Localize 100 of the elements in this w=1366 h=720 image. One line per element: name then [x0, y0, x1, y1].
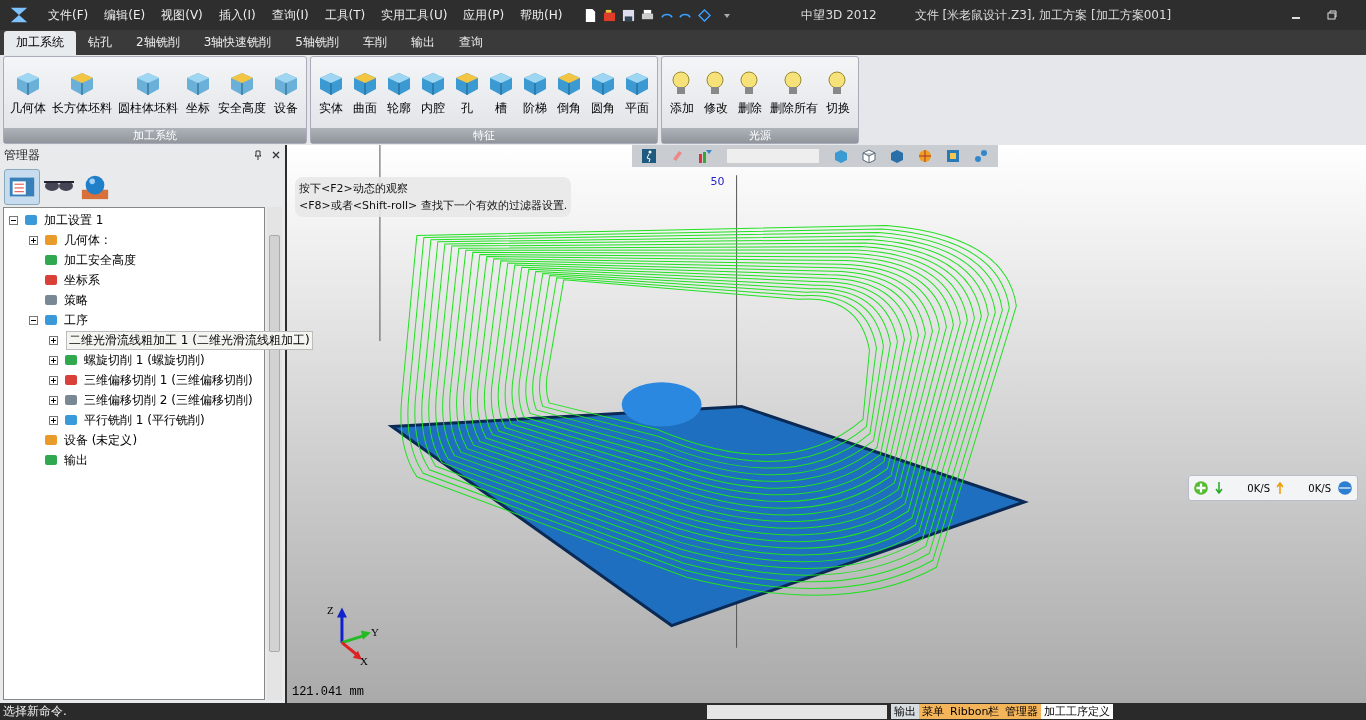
- app-name: 中望3D 2012: [801, 6, 877, 24]
- expand-toggle[interactable]: [8, 214, 19, 226]
- filter-icon[interactable]: [698, 149, 712, 163]
- filter-input-field[interactable]: [726, 148, 820, 164]
- menu-tab[interactable]: 2轴铣削: [124, 31, 192, 55]
- menu-item[interactable]: 视图(V): [153, 6, 211, 24]
- ribbon-button[interactable]: 孔: [450, 66, 484, 119]
- tree-item[interactable]: 输出: [62, 451, 90, 469]
- expand-toggle[interactable]: [48, 414, 59, 426]
- ribbon-button[interactable]: 阶梯: [518, 66, 552, 119]
- tree-item[interactable]: 平行铣削 1 (平行铣削): [82, 411, 207, 429]
- ribbon-button[interactable]: 内腔: [416, 66, 450, 119]
- tree-item[interactable]: 坐标系: [62, 271, 102, 289]
- ribbon-button[interactable]: 槽: [484, 66, 518, 119]
- menu-tab[interactable]: 输出: [398, 31, 447, 55]
- download-speed: 0K/S: [1247, 482, 1270, 494]
- dock-tab[interactable]: 管理器: [1002, 704, 1042, 719]
- tree-node-icon: [43, 292, 59, 308]
- menu-tab[interactable]: 加工系统: [4, 31, 76, 55]
- ribbon-button[interactable]: 删除所有: [767, 66, 821, 119]
- ribbon-button[interactable]: 安全高度: [215, 66, 269, 119]
- tree-item[interactable]: 工序: [62, 311, 90, 329]
- tree-node-icon: [63, 352, 79, 368]
- menu-item[interactable]: 查询(I): [263, 6, 317, 24]
- wireframe-cube-icon[interactable]: [862, 149, 876, 163]
- menu-item[interactable]: 文件(F): [40, 6, 97, 24]
- view-box-icon[interactable]: [946, 149, 960, 163]
- runner-icon[interactable]: [642, 149, 656, 163]
- restore-icon[interactable]: [1326, 9, 1338, 21]
- ribbon-button[interactable]: 圆角: [586, 66, 620, 119]
- ribbon-button[interactable]: 坐标: [181, 66, 215, 119]
- expand-toggle[interactable]: [48, 354, 59, 366]
- dock-tab[interactable]: 加工工序定义: [1041, 704, 1114, 719]
- ribbon-button[interactable]: 修改: [699, 66, 733, 119]
- upload-speed: 0K/S: [1308, 482, 1331, 494]
- tree-node-icon: [23, 212, 39, 228]
- menu-tab[interactable]: 车削: [350, 31, 399, 55]
- tree-item[interactable]: 三维偏移切削 1 (三维偏移切削): [82, 371, 255, 389]
- window-title: 文件 [米老鼠设计.Z3], 加工方案 [加工方案001]: [914, 6, 1172, 24]
- ribbon-button[interactable]: 长方体坯料: [49, 66, 115, 119]
- menu-tab[interactable]: 5轴铣削: [283, 31, 351, 55]
- ribbon-button[interactable]: 添加: [665, 66, 699, 119]
- tree-item[interactable]: 二维光滑流线粗加工 1 (二维光滑流线粗加工): [66, 330, 313, 350]
- ribbon-button[interactable]: 轮廓: [382, 66, 416, 119]
- dock-tab[interactable]: 输出: [891, 704, 919, 719]
- ribbon-button[interactable]: 设备: [269, 66, 303, 119]
- menu-item[interactable]: 帮助(H): [512, 6, 571, 24]
- save-icon[interactable]: [622, 8, 636, 22]
- tree-item[interactable]: 螺旋切削 1 (螺旋切削): [82, 351, 207, 369]
- pin-icon[interactable]: [253, 150, 263, 160]
- axis-triad-drawing: [336, 607, 371, 660]
- menu-tab[interactable]: 查询: [446, 31, 495, 55]
- axis-label: Y: [370, 625, 379, 638]
- ribbon-button[interactable]: 倒角: [552, 66, 586, 119]
- expand-toggle[interactable]: [48, 334, 59, 346]
- menu-item[interactable]: 应用(P): [455, 6, 513, 24]
- ribbon-button[interactable]: 曲面: [348, 66, 382, 119]
- ribbon-button[interactable]: 平面: [620, 66, 654, 119]
- ribbon-button[interactable]: 圆柱体坯料: [115, 66, 181, 119]
- tree-item[interactable]: 加工设置 1: [42, 211, 106, 229]
- open-file-icon[interactable]: [603, 8, 617, 22]
- down-arrow-icon: [1215, 482, 1223, 494]
- tree-item[interactable]: 几何体 :: [62, 231, 110, 249]
- ribbon-button[interactable]: 实体: [314, 66, 348, 119]
- menu-item[interactable]: 插入(I): [210, 6, 264, 24]
- dropdown-icon[interactable]: [723, 11, 732, 19]
- ribbon-button[interactable]: 几何体: [7, 66, 49, 119]
- expand-toggle[interactable]: [28, 234, 39, 246]
- print-icon[interactable]: [641, 8, 655, 22]
- tree-item[interactable]: 加工安全高度: [62, 251, 138, 269]
- fit-view-icon[interactable]: [698, 8, 712, 22]
- new-file-icon[interactable]: [584, 8, 598, 22]
- cube-icon[interactable]: [890, 149, 904, 163]
- tooltip-hint: 按下<F2>动态的观察 <F8>或者<Shift-roll> 查找下一个有效的过滤器设置.: [295, 177, 572, 217]
- menu-item[interactable]: 实用工具(U): [373, 6, 456, 24]
- close-icon[interactable]: [271, 150, 281, 160]
- group-title: 加工系统: [4, 128, 306, 143]
- ribbon-button[interactable]: 切换: [821, 66, 855, 119]
- tree-item[interactable]: 设备 (未定义): [62, 431, 140, 449]
- axis-label: Z: [326, 603, 334, 616]
- dock-tab[interactable]: Ribbon栏: [947, 704, 1003, 719]
- tree-item[interactable]: 三维偏移切削 2 (三维偏移切削): [82, 391, 255, 409]
- expand-toggle[interactable]: [28, 314, 39, 326]
- panel-title: 管理器: [4, 146, 40, 164]
- dock-tab[interactable]: 菜单: [919, 704, 947, 719]
- dimension-label: 50: [710, 175, 725, 189]
- status-message: 选择新命令.: [2, 703, 68, 720]
- glasses-icon: [44, 181, 74, 191]
- ribbon-button[interactable]: 删除: [733, 66, 767, 119]
- tree-node-icon: [43, 432, 59, 448]
- menu-item[interactable]: 编辑(E): [96, 6, 154, 24]
- nodes-icon[interactable]: [974, 149, 988, 163]
- tree-node-icon: [43, 232, 59, 248]
- menu-item[interactable]: 工具(T): [316, 6, 374, 24]
- tree-item[interactable]: 策略: [62, 291, 90, 309]
- menu-tab[interactable]: 钻孔: [76, 31, 124, 55]
- expand-toggle[interactable]: [48, 374, 59, 386]
- tree-node-icon: [43, 312, 59, 328]
- expand-toggle[interactable]: [48, 394, 59, 406]
- menu-tab[interactable]: 3轴快速铣削: [191, 31, 284, 55]
